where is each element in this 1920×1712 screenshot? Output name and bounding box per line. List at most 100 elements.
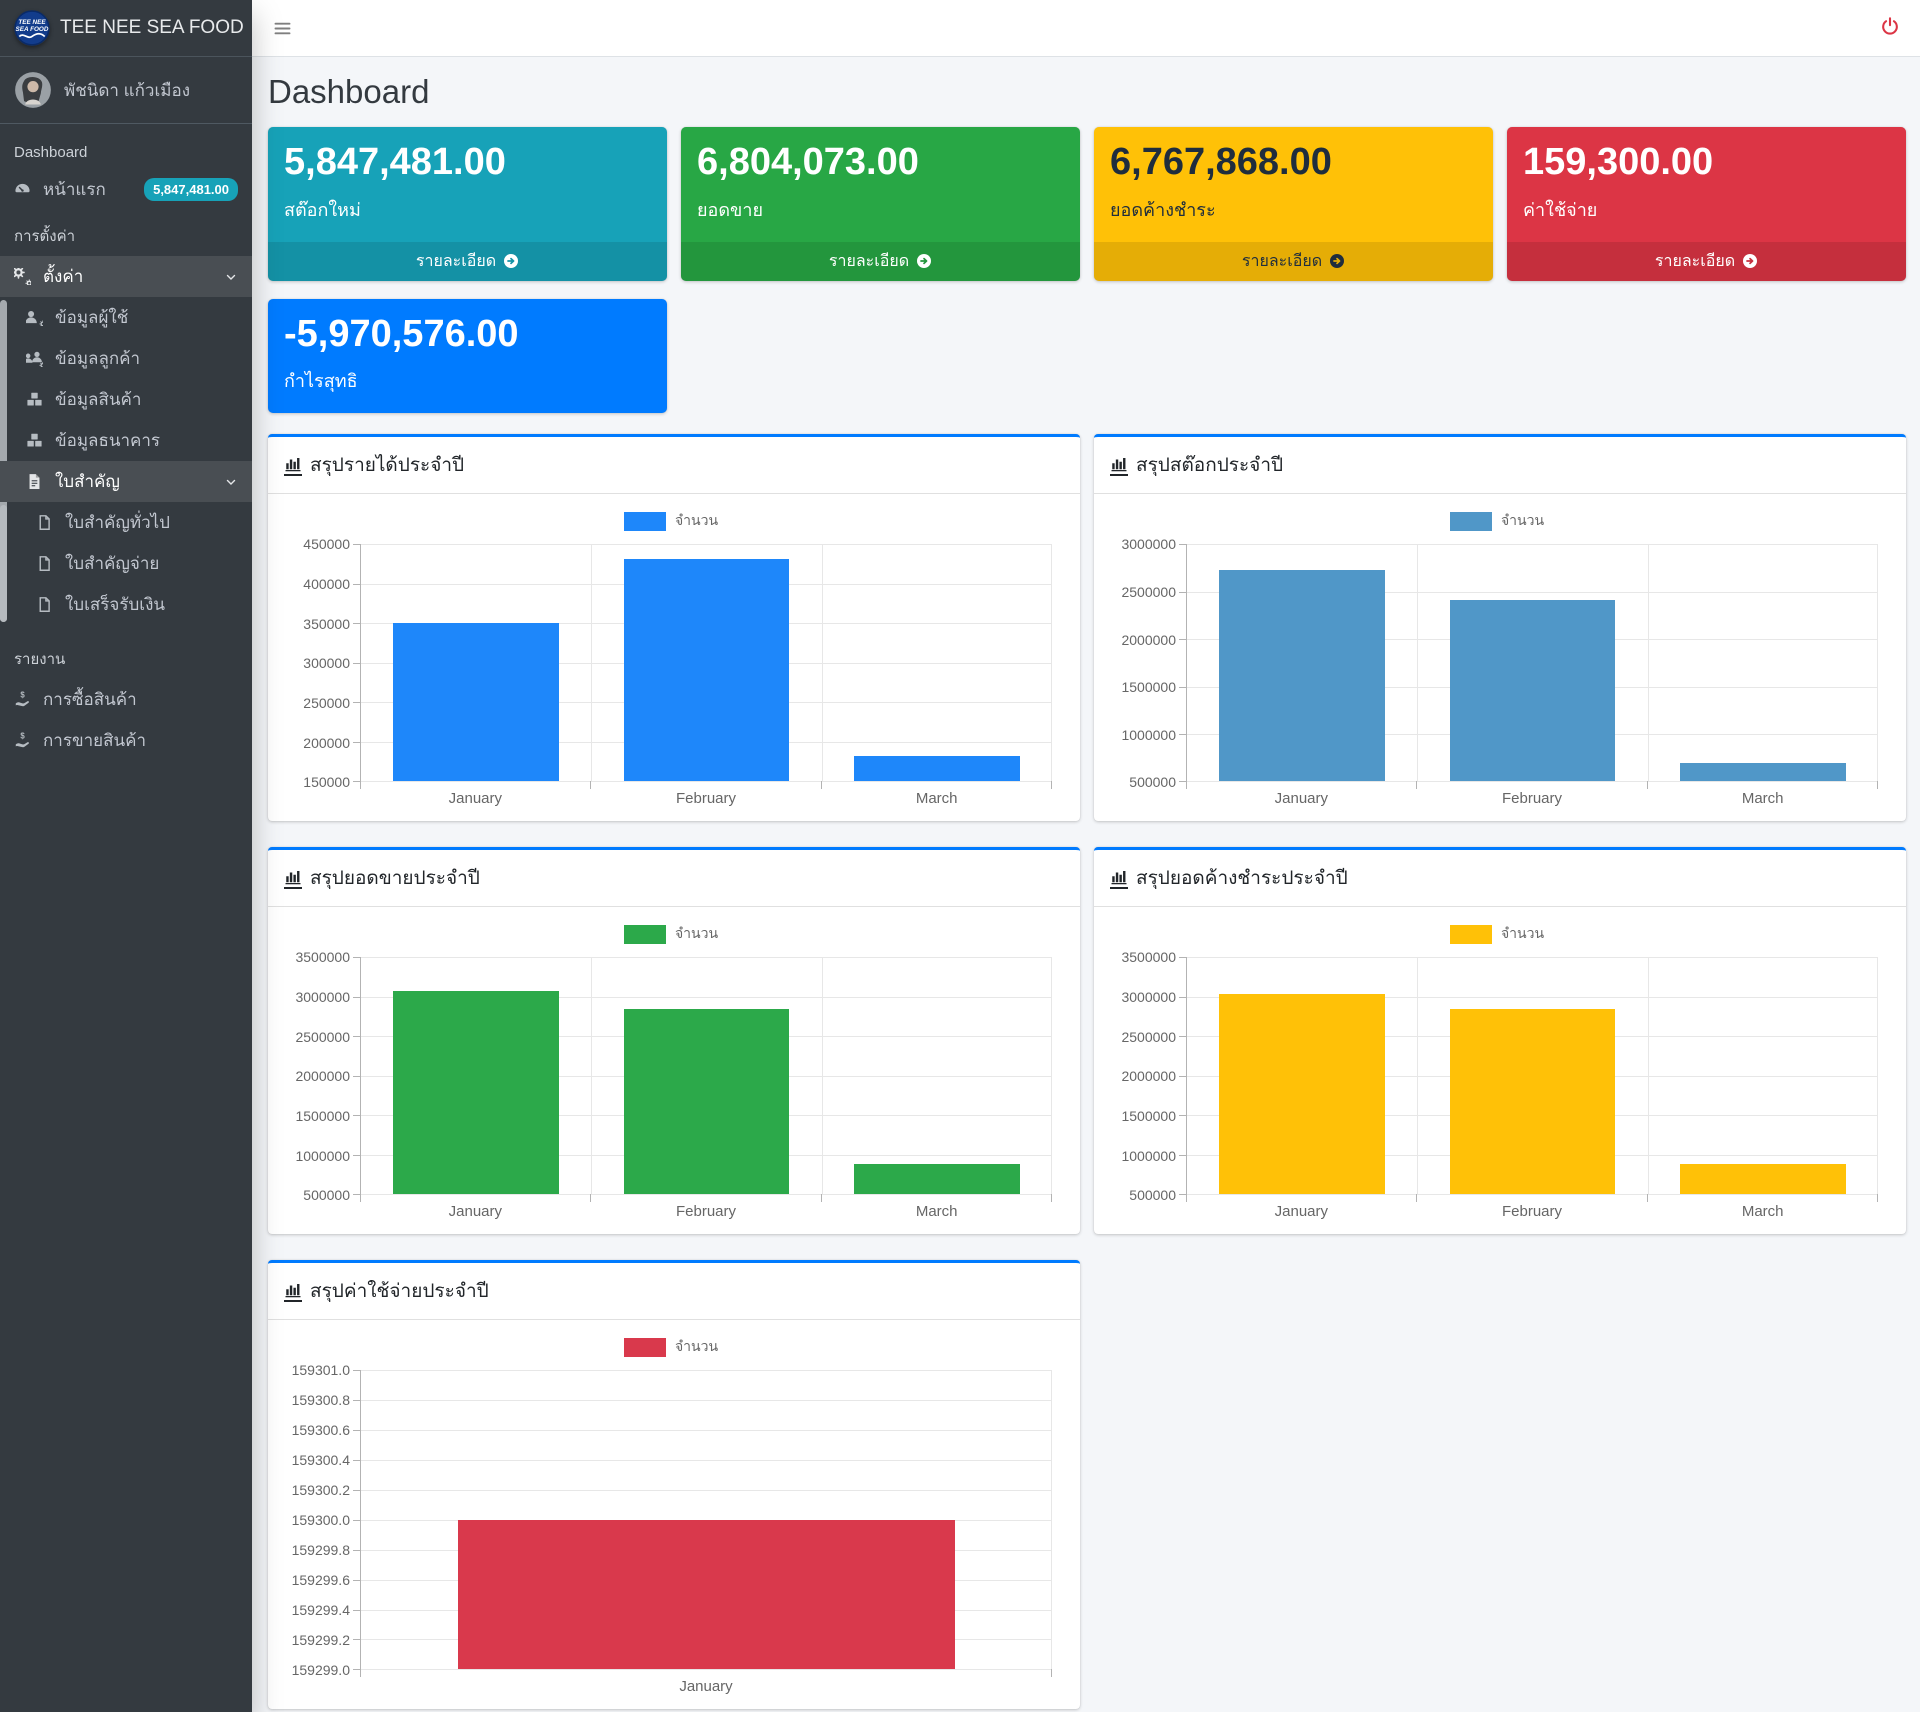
stat-card-unpaid: 6,767,868.00 ยอดค้างชำระ รายละเอียด <box>1094 127 1493 281</box>
stat-value: 6,767,868.00 <box>1110 141 1477 185</box>
chart-title: สรุปยอดค้างชำระประจำปี <box>1136 863 1348 893</box>
brand-logo-icon: TEE NEE SEA FOOD <box>14 10 50 46</box>
chart-card-stock: สรุปสต๊อกประจำปี จำนวน300000025000002000… <box>1094 434 1906 821</box>
chart-body: จำนวน35000003000000250000020000001500000… <box>268 907 1080 1234</box>
chart-grid: สรุปรายได้ประจำปี จำนวน45000040000035000… <box>268 434 1906 1712</box>
sidebar-item-label: ข้อมูลสินค้า <box>55 386 141 413</box>
file-icon <box>36 514 53 531</box>
hand-holding-usd-icon <box>14 691 31 708</box>
nav-header-settings: การตั้งค่า <box>0 210 252 256</box>
bar-chart-sales: จำนวน35000003000000250000020000001500000… <box>276 923 1066 1220</box>
sidebar-item-label: ใบสำคัญทั่วไป <box>65 509 170 536</box>
sidebar-item-voucher[interactable]: ใบสำคัญ <box>0 461 252 502</box>
sidebar-item-users[interactable]: ข้อมูลผู้ใช้ <box>0 297 252 338</box>
chart-card-header: สรุปสต๊อกประจำปี <box>1094 437 1906 494</box>
stat-label: ค่าใช้จ่าย <box>1523 195 1890 224</box>
boxes-icon <box>26 391 43 408</box>
sidebar-toggle-icon[interactable] <box>272 18 293 39</box>
boxes-icon <box>26 432 43 449</box>
chart-body: จำนวน45000040000035000030000025000020000… <box>268 494 1080 821</box>
chart-title: สรุปยอดขายประจำปี <box>310 863 480 893</box>
stat-label: กำไรสุทธิ <box>284 366 651 395</box>
details-link[interactable]: รายละเอียด <box>1507 242 1906 281</box>
user-cog-icon <box>26 309 43 326</box>
stat-label: ยอดค้างชำระ <box>1110 195 1477 224</box>
svg-text:TEE NEE: TEE NEE <box>18 19 46 26</box>
chart-bar-icon <box>284 455 302 476</box>
user-panel[interactable]: พัชนิดา แก้วเมือง <box>0 57 252 124</box>
content: Dashboard 5,847,481.00 สต๊อกใหม่ รายละเอ… <box>252 57 1920 1712</box>
arrow-circle-right-icon <box>1742 253 1758 269</box>
brand[interactable]: TEE NEE SEA FOOD TEE NEE SEA FOOD <box>0 0 252 57</box>
page-title: Dashboard <box>268 73 1906 111</box>
arrow-circle-right-icon <box>1329 253 1345 269</box>
stat-card-sales: 6,804,073.00 ยอดขาย รายละเอียด <box>681 127 1080 281</box>
stat-value: 6,804,073.00 <box>697 141 1064 185</box>
sidebar-item-label: การขายสินค้า <box>43 727 146 754</box>
bar-chart-expense: จำนวน159301.0159300.8159300.6159300.4159… <box>276 1336 1066 1695</box>
sidebar-item-banks[interactable]: ข้อมูลธนาคาร <box>0 420 252 461</box>
chart-body: จำนวน30000002500000200000015000001000000… <box>1094 494 1906 821</box>
logout-power-icon[interactable] <box>1880 16 1900 36</box>
sidebar-item-label: ใบสำคัญ <box>55 468 120 495</box>
arrow-circle-right-icon <box>503 253 519 269</box>
details-link[interactable]: รายละเอียด <box>1094 242 1493 281</box>
navbar-right <box>1880 16 1900 41</box>
sidebar-item-voucher-payment[interactable]: ใบสำคัญจ่าย <box>0 543 252 584</box>
user-name: พัชนิดา แก้วเมือง <box>64 77 190 104</box>
chart-card-expense: สรุปค่าใช้จ่ายประจำปี จำนวน159301.015930… <box>268 1260 1080 1709</box>
sidebar-item-label: หน้าแรก <box>43 176 106 203</box>
chart-card-income: สรุปรายได้ประจำปี จำนวน45000040000035000… <box>268 434 1080 821</box>
chart-title: สรุปรายได้ประจำปี <box>310 450 464 480</box>
hand-holding-usd-icon <box>14 732 31 749</box>
details-link[interactable]: รายละเอียด <box>268 242 667 281</box>
chart-bar-icon <box>1110 868 1128 889</box>
sidebar-item-receipt[interactable]: ใบเสร็จรับเงิน <box>0 584 252 625</box>
brand-title: TEE NEE SEA FOOD <box>60 17 244 39</box>
sidebar-item-customers[interactable]: ข้อมูลลูกค้า <box>0 338 252 379</box>
file-icon <box>36 555 53 572</box>
sidebar-item-label: ใบเสร็จรับเงิน <box>65 591 165 618</box>
settings-submenu: ข้อมูลผู้ใช้ ข้อมูลลูกค้า ข้อมูลสินค้า ข… <box>0 297 252 625</box>
stat-value: 5,847,481.00 <box>284 141 651 185</box>
user-avatar <box>14 71 52 109</box>
sidebar-item-label: ตั้งค่า <box>43 263 83 290</box>
top-navbar <box>252 0 1920 57</box>
sidebar-item-sales-report[interactable]: การขายสินค้า <box>0 720 252 761</box>
sidebar-item-purchase-report[interactable]: การซื้อสินค้า <box>0 679 252 720</box>
sidebar-item-label: ข้อมูลลูกค้า <box>55 345 140 372</box>
chart-card-header: สรุปยอดขายประจำปี <box>268 850 1080 907</box>
stat-cards-row: 5,847,481.00 สต๊อกใหม่ รายละเอียด 6,804,… <box>268 127 1906 281</box>
sidebar-item-label: ข้อมูลผู้ใช้ <box>55 304 128 331</box>
chart-card-unpaid: สรุปยอดค้างชำระประจำปี จำนวน350000030000… <box>1094 847 1906 1234</box>
sidebar: TEE NEE SEA FOOD TEE NEE SEA FOOD พัชนิด… <box>0 0 252 1712</box>
chart-body: จำนวน35000003000000250000020000001500000… <box>1094 907 1906 1234</box>
sidebar-item-settings[interactable]: ตั้งค่า <box>0 256 252 297</box>
svg-text:SEA FOOD: SEA FOOD <box>16 26 49 33</box>
details-link[interactable]: รายละเอียด <box>681 242 1080 281</box>
chevron-down-icon <box>224 475 238 489</box>
sidebar-item-voucher-general[interactable]: ใบสำคัญทั่วไป <box>0 502 252 543</box>
stat-card-net-profit: -5,970,576.00 กำไรสุทธิ <box>268 299 667 414</box>
stat-label: ยอดขาย <box>697 195 1064 224</box>
stat-card-expense: 159,300.00 ค่าใช้จ่าย รายละเอียด <box>1507 127 1906 281</box>
stat-label: สต๊อกใหม่ <box>284 195 651 224</box>
sidebar-nav: Dashboard หน้าแรก 5,847,481.00 การตั้งค่… <box>0 124 252 761</box>
main-area: Dashboard 5,847,481.00 สต๊อกใหม่ รายละเอ… <box>252 0 1920 1712</box>
file-alt-icon <box>26 473 43 490</box>
bar-chart-stock: จำนวน30000002500000200000015000001000000… <box>1102 510 1892 807</box>
file-icon <box>36 596 53 613</box>
chart-title: สรุปค่าใช้จ่ายประจำปี <box>310 1276 489 1306</box>
stat-card-stock: 5,847,481.00 สต๊อกใหม่ รายละเอียด <box>268 127 667 281</box>
sidebar-item-products[interactable]: ข้อมูลสินค้า <box>0 379 252 420</box>
stat-value: 159,300.00 <box>1523 141 1890 185</box>
sidebar-item-label: ข้อมูลธนาคาร <box>55 427 160 454</box>
chart-card-header: สรุปค่าใช้จ่ายประจำปี <box>268 1263 1080 1320</box>
sidebar-item-home[interactable]: หน้าแรก 5,847,481.00 <box>0 169 252 210</box>
bar-chart-unpaid: จำนวน35000003000000250000020000001500000… <box>1102 923 1892 1220</box>
chevron-down-icon <box>224 270 238 284</box>
stat-cards-row-2: -5,970,576.00 กำไรสุทธิ <box>268 299 1906 414</box>
chart-title: สรุปสต๊อกประจำปี <box>1136 450 1283 480</box>
chart-card-header: สรุปรายได้ประจำปี <box>268 437 1080 494</box>
chart-card-sales: สรุปยอดขายประจำปี จำนวน35000003000000250… <box>268 847 1080 1234</box>
